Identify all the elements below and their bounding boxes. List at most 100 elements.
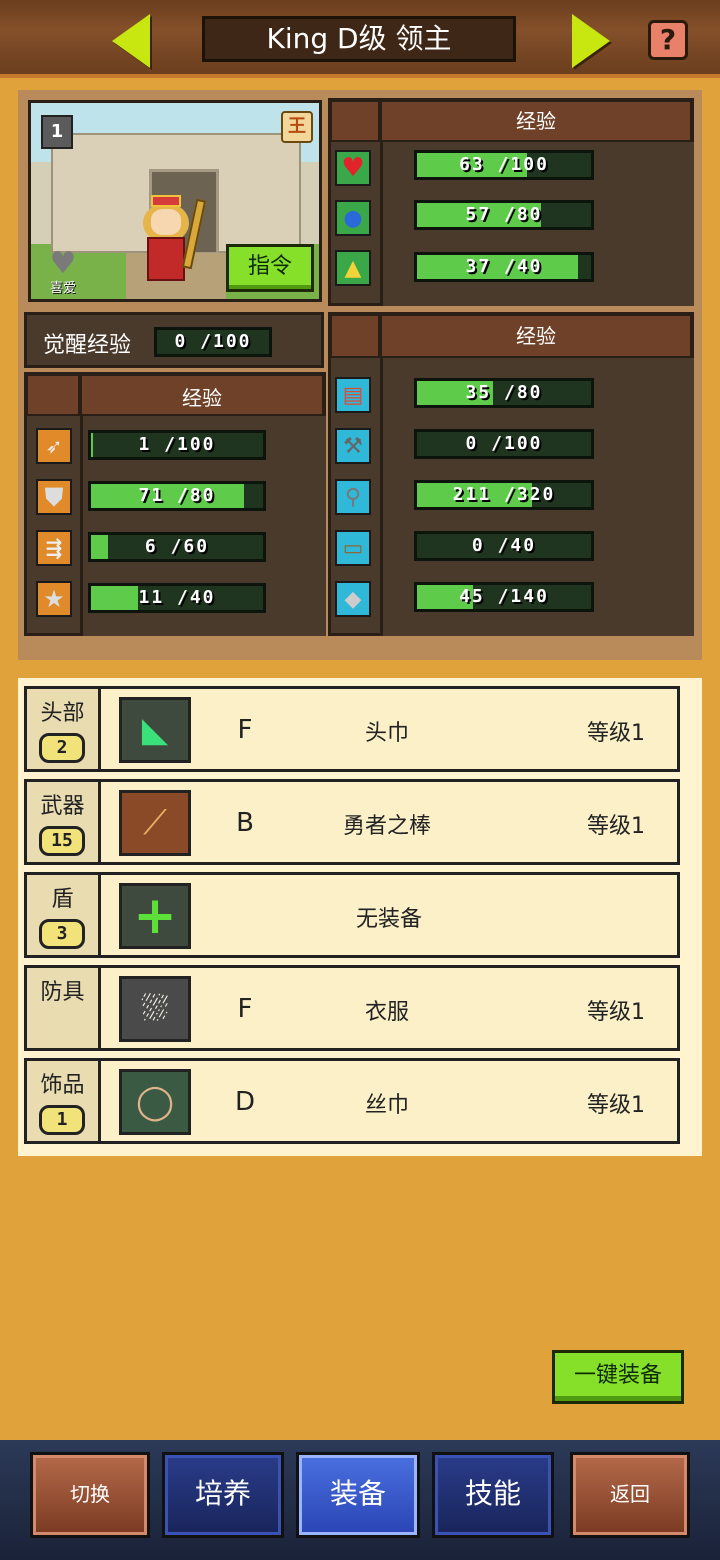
equip-slot-name: 盾 — [51, 887, 74, 912]
left-stats-header: 经验 — [80, 374, 324, 416]
command-button[interactable]: 指令 — [226, 244, 314, 292]
top-bar: King D级 领主 ? — [0, 0, 720, 78]
craft-exp-text: 0 /100 — [465, 433, 543, 454]
bottom-nav: 切换 培养 装备 技能 返回 — [0, 1440, 720, 1560]
equip-slot: 饰品 1 — [27, 1061, 101, 1141]
equip-row-accessory[interactable]: 饰品 1 ◯ D 丝巾 等级1 — [24, 1058, 680, 1144]
equip-slot-name: 饰品 — [40, 1073, 85, 1098]
treasure-exp-text: 0 /40 — [471, 535, 537, 556]
equip-slot-count: 1 — [39, 1105, 85, 1135]
equip-level: 等级1 — [587, 721, 645, 746]
shovel-icon: ⚲ — [335, 479, 371, 515]
equip-level: 等级1 — [587, 814, 645, 839]
headband-icon: ◣ — [119, 697, 191, 763]
hp-exp-bar: 63 /100 — [414, 150, 594, 180]
awakening-label: 觉醒经验 — [43, 333, 132, 358]
hammer-icon: ⚒ — [335, 428, 371, 464]
study-exp-text: 35 /80 — [465, 382, 543, 403]
speed-exp-bar: 6 /60 — [88, 532, 266, 562]
equip-rank: B — [236, 808, 254, 838]
right-stats-corner — [330, 314, 380, 358]
attack-exp-text: 1 /100 — [138, 434, 216, 455]
luck-exp-bar: 11 /40 — [88, 583, 266, 613]
skill-tab[interactable]: 技能 — [432, 1452, 554, 1538]
equip-slot-count: 15 — [39, 826, 85, 856]
equip-slot: 防具 — [27, 968, 101, 1048]
plus-icon: + — [119, 883, 191, 949]
arrows-icon: ⇶ — [36, 530, 72, 566]
hero-sprite — [143, 195, 189, 281]
equip-level: 等级1 — [587, 1093, 645, 1118]
next-arrow-icon[interactable] — [572, 14, 610, 68]
equip-slot: 头部 2 — [27, 689, 101, 769]
treasure-exp-bar: 0 /40 — [414, 531, 594, 561]
mp-exp-bar: 57 /80 — [414, 200, 594, 230]
equip-row-head[interactable]: 头部 2 ◣ F 头巾 等级1 — [24, 686, 680, 772]
defense-exp-bar: 71 /80 — [88, 481, 266, 511]
book-icon: ▤ — [335, 377, 371, 413]
equip-slot-count: 2 — [39, 733, 85, 763]
gem-exp-text: 45 /140 — [459, 586, 549, 607]
one-key-equip-button[interactable]: 一键装备 — [552, 1350, 684, 1404]
defense-exp-text: 71 /80 — [138, 485, 216, 506]
prev-arrow-icon[interactable] — [112, 14, 150, 68]
top-stats-corner — [330, 100, 380, 142]
equip-slot-count: 3 — [39, 919, 85, 949]
potion-icon: ● — [335, 200, 371, 236]
study-exp-bar: 35 /80 — [414, 378, 594, 408]
help-button[interactable]: ? — [648, 20, 688, 60]
equipment-list: 头部 2 ◣ F 头巾 等级1 武器 15 ⟋ B 勇者之棒 等级1 盾 3 +… — [18, 678, 702, 1156]
king-rank-badge: 王 — [281, 111, 313, 143]
shield-icon: ⛊ — [36, 479, 72, 515]
equip-level: 等级1 — [587, 1000, 645, 1025]
equip-slot-name: 武器 — [40, 794, 85, 819]
equip-name: 勇者之棒 — [342, 814, 431, 839]
speed-exp-text: 6 /60 — [144, 536, 210, 557]
clothes-icon: ⛆ — [119, 976, 191, 1042]
right-stats-header: 经验 — [380, 314, 692, 358]
awakening-exp-bar: 0 /100 — [154, 327, 272, 357]
equip-slot-name: 头部 — [40, 701, 85, 726]
strength-icon: ▲ — [335, 250, 371, 286]
equip-tab[interactable]: 装备 — [296, 1452, 420, 1538]
attack-exp-bar: 1 /100 — [88, 430, 266, 460]
gem-exp-bar: 45 /140 — [414, 582, 594, 612]
strength-exp-bar: 37 /40 — [414, 252, 594, 282]
equip-row-weapon[interactable]: 武器 15 ⟋ B 勇者之棒 等级1 — [24, 779, 680, 865]
switch-button[interactable]: 切换 — [30, 1452, 150, 1538]
sword-icon: ➶ — [36, 428, 72, 464]
favorite-label: 喜爱 — [49, 281, 76, 296]
dig-exp-bar: 211 /320 — [414, 480, 594, 510]
strength-exp-text: 37 /40 — [465, 256, 543, 277]
gem-icon: ◆ — [335, 581, 371, 617]
favorite-heart-icon[interactable]: ♥ — [47, 249, 79, 279]
equip-slot: 盾 3 — [27, 875, 101, 955]
equip-row-shield[interactable]: 盾 3 + 无装备 — [24, 872, 680, 958]
level-badge: 1 — [41, 115, 73, 149]
awakening-exp-text: 0 /100 — [174, 331, 252, 352]
top-stats-header: 经验 — [380, 100, 692, 142]
left-stats-corner — [26, 374, 80, 416]
luck-exp-text: 11 /40 — [138, 587, 216, 608]
equip-name: 头巾 — [364, 721, 409, 746]
equip-name: 丝巾 — [364, 1093, 409, 1118]
back-button[interactable]: 返回 — [570, 1452, 690, 1538]
equip-rank: D — [234, 1087, 256, 1117]
equip-name: 无装备 — [355, 907, 422, 932]
star-icon: ★ — [36, 581, 72, 617]
equip-name: 衣服 — [364, 1000, 409, 1025]
scarf-icon: ◯ — [119, 1069, 191, 1135]
equip-rank: F — [237, 715, 253, 745]
equip-slot-name: 防具 — [40, 980, 85, 1005]
craft-exp-bar: 0 /100 — [414, 429, 594, 459]
train-tab[interactable]: 培养 — [162, 1452, 284, 1538]
heart-icon: ♥ — [335, 150, 371, 186]
equip-rank: F — [237, 994, 253, 1024]
club-icon: ⟋ — [119, 790, 191, 856]
equip-slot: 武器 15 — [27, 782, 101, 862]
equip-row-armor[interactable]: 防具 ⛆ F 衣服 等级1 — [24, 965, 680, 1051]
mp-exp-text: 57 /80 — [465, 204, 543, 225]
hp-exp-text: 63 /100 — [459, 154, 549, 175]
chest-icon: ▭ — [335, 530, 371, 566]
dig-exp-text: 211 /320 — [452, 484, 556, 505]
